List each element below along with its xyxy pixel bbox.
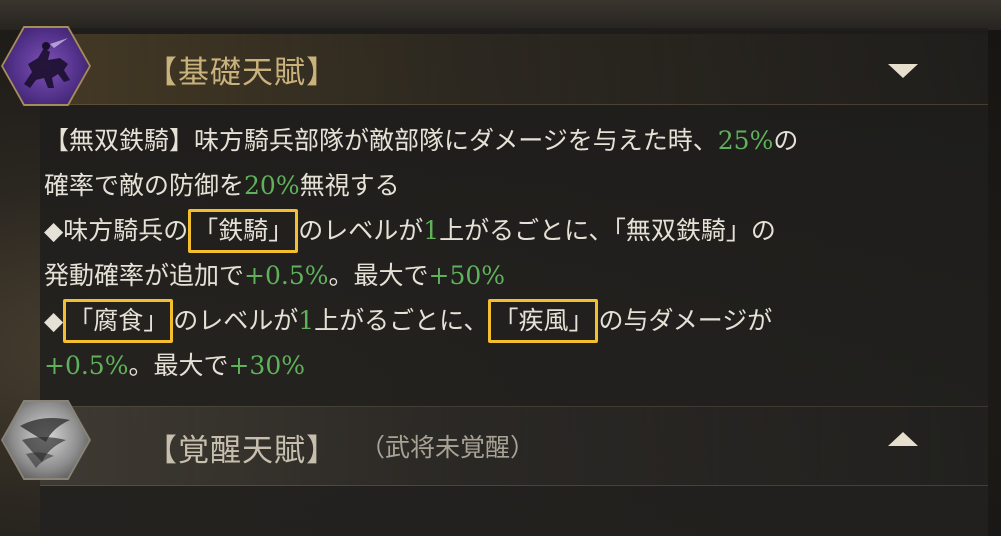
text-segment: のレベルが — [298, 216, 424, 245]
highlight-box-shippu: 「疾風」 — [488, 299, 599, 343]
value-highlight: +30% — [228, 351, 305, 380]
text-segment: 上がるごとに、 — [314, 306, 489, 335]
talent-description: 【無双鉄騎】味方騎兵部隊が敵部隊にダメージを与えた時、25%の 確率で敵の防御を… — [44, 118, 964, 388]
highlight-box-tekki: 「鉄騎」 — [188, 209, 299, 253]
value-highlight: +50% — [428, 261, 506, 290]
text-segment: 発動確率が追加で — [44, 261, 245, 290]
description-line: ◆味方騎兵の 「鉄騎」 のレベルが1上がるごとに、「無双鉄騎」の — [44, 208, 964, 253]
highlight-box-fushoku: 「腐食」 — [63, 299, 174, 343]
text-segment: 【無双鉄騎】味方騎兵部隊が敵部隊にダメージを与えた時、 — [44, 126, 718, 155]
text-segment: のレベルが — [173, 306, 299, 335]
text-segment: 無視する — [299, 171, 400, 200]
description-line: 発動確率が追加で+0.5%。最大で+50% — [44, 253, 964, 298]
value-highlight: 25% — [717, 126, 774, 155]
text-segment: 確率で敵の防御を — [44, 171, 245, 200]
description-line: ◆ 「腐食」 のレベルが1上がるごとに、 「疾風」 の与ダメージが — [44, 298, 964, 343]
basic-talent-title: 【基礎天賦】 — [146, 55, 338, 91]
value-highlight: +0.5% — [44, 351, 129, 380]
text-segment: 。最大で — [328, 261, 429, 290]
value-highlight: +0.5% — [244, 261, 329, 290]
text-segment: の与ダメージが — [598, 306, 773, 335]
top-strip — [0, 0, 1001, 30]
value-highlight: 1 — [298, 306, 315, 335]
description-line: +0.5%。最大で+30% — [44, 343, 964, 388]
text-segment: の — [773, 126, 799, 155]
cavalry-rider-icon — [24, 38, 70, 88]
text-segment: 。最大で — [128, 351, 229, 380]
description-line: 【無双鉄騎】味方騎兵部隊が敵部隊にダメージを与えた時、25%の — [44, 118, 964, 163]
triangle-down-icon[interactable] — [888, 64, 918, 78]
text-segment: 上がるごとに、「無双鉄騎」の — [439, 216, 776, 245]
text-segment: ◆ — [44, 306, 64, 335]
description-line: 確率で敵の防御を20%無視する — [44, 163, 964, 208]
text-segment: ◆味方騎兵の — [44, 216, 189, 245]
awaken-talent-title: 【覚醒天賦】 — [146, 433, 338, 469]
triangle-up-icon[interactable] — [888, 432, 918, 446]
value-highlight: 20% — [244, 171, 300, 200]
awaken-talent-status: （武将未覚醒） — [360, 433, 536, 462]
wing-emblem-icon — [20, 418, 70, 468]
value-highlight: 1 — [423, 216, 440, 245]
